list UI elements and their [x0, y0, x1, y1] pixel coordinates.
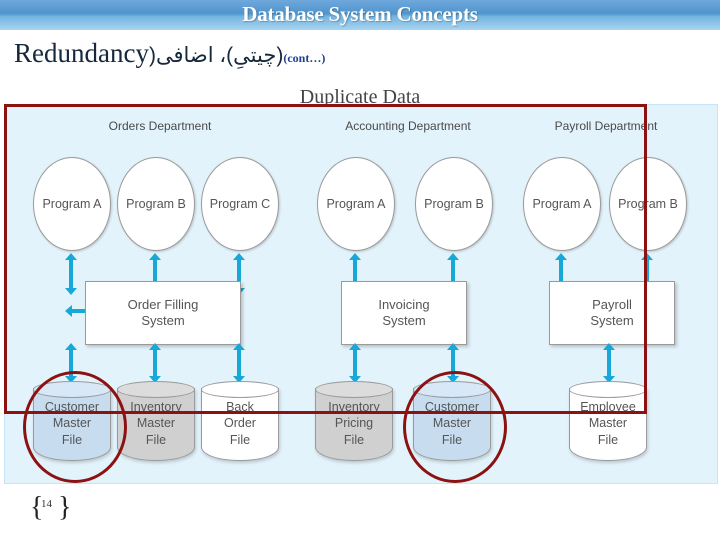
page-title-urdu: (چیتیِ)، اضافی( — [148, 44, 284, 67]
slide-number: 14 — [41, 498, 52, 510]
file-label-line2: Master — [136, 416, 176, 431]
file-label-line3: File — [229, 432, 251, 447]
highlight-rectangle — [4, 104, 647, 414]
page-title-continued: (cont…) — [283, 51, 326, 65]
header-title: Database System Concepts — [242, 2, 478, 26]
file-label-line3: File — [145, 432, 167, 447]
footer-brace-right: } — [58, 492, 72, 523]
file-label-line2: Master — [588, 416, 628, 431]
file-label-line2: Pricing — [334, 416, 374, 431]
file-label-line3: File — [597, 432, 619, 447]
page-title: Redundancy(چیتیِ)، اضافی((cont…) — [14, 38, 704, 70]
file-label-line2: Order — [224, 416, 256, 431]
file-label-line3: File — [343, 432, 365, 447]
page-title-english: Redundancy — [14, 38, 149, 68]
